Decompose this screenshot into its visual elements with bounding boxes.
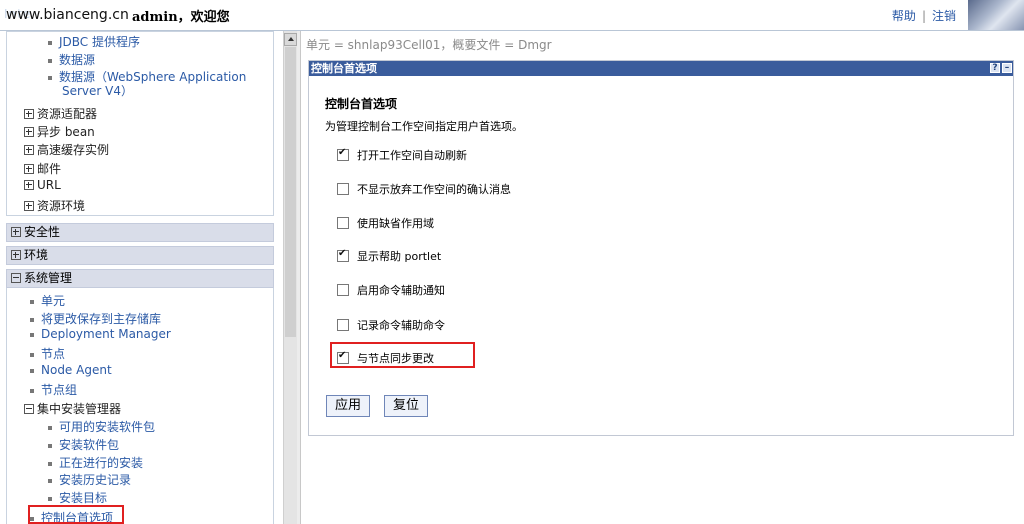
help-icon[interactable]: ? <box>990 63 1000 73</box>
welcome-text: admin，欢迎您 <box>132 10 230 25</box>
nav-section-system-admin[interactable]: 系统管理 <box>6 269 274 288</box>
option-checkbox[interactable] <box>337 284 349 296</box>
bullet-icon <box>48 425 52 430</box>
bullet-icon <box>48 478 52 483</box>
expand-icon[interactable] <box>24 163 34 174</box>
preferences-heading: 控制台首选项 <box>325 97 398 111</box>
preferences-description: 为管理控制台工作空间指定用户首选项。 <box>325 120 523 133</box>
option-checkbox[interactable] <box>337 248 349 262</box>
link-separator: | <box>921 9 926 23</box>
expand-icon[interactable] <box>24 144 34 155</box>
collapse-icon[interactable] <box>11 272 21 283</box>
option-highlight-box <box>330 342 475 368</box>
bullet-icon <box>48 496 52 501</box>
nav-group-resource-env[interactable]: 资源环境 <box>24 197 85 214</box>
logout-link[interactable]: 注销 <box>932 9 956 23</box>
option-checkbox[interactable] <box>337 319 349 331</box>
nav-item-nodes[interactable]: 节点 <box>30 345 65 362</box>
bullet-icon <box>48 40 52 45</box>
nav-item-jdbc-providers[interactable]: JDBC 提供程序 <box>48 33 140 50</box>
nav-item-datasources[interactable]: 数据源 <box>48 51 95 68</box>
nav-item-node-agent[interactable]: Node Agent <box>30 363 112 377</box>
nav-item-install-targets[interactable]: 安装目标 <box>48 489 107 506</box>
navigation-tree: JDBC 提供程序 数据源 数据源（WebSphere Application … <box>0 31 283 524</box>
portlet-title: 控制台首选项 <box>311 62 377 75</box>
expand-icon[interactable] <box>11 226 21 237</box>
expand-icon[interactable] <box>24 200 34 211</box>
option-checkbox[interactable] <box>337 217 349 229</box>
bullet-icon <box>30 299 34 304</box>
expand-icon[interactable] <box>24 179 34 190</box>
nav-item-available-packages[interactable]: 可用的安装软件包 <box>48 418 155 435</box>
bullet-icon <box>30 352 34 357</box>
nav-group-mail[interactable]: 邮件 <box>24 160 61 177</box>
nav-item-install-packages[interactable]: 安装软件包 <box>48 436 119 453</box>
nav-highlight-box <box>28 505 124 524</box>
scope-breadcrumb: 单元 = shnlap93Cell01，概要文件 = Dmgr <box>306 38 552 52</box>
top-banner: Inte www.bianceng.cn admin，欢迎您 帮助 | 注销 <box>0 0 1024 31</box>
help-link[interactable]: 帮助 <box>892 9 916 23</box>
minimize-icon[interactable]: – <box>1002 63 1012 73</box>
bullet-icon <box>48 443 52 448</box>
nav-group-resource-adapters[interactable]: 资源适配器 <box>24 105 97 122</box>
nav-section-environment[interactable]: 环境 <box>6 246 274 265</box>
collapse-icon[interactable] <box>24 403 34 414</box>
option-no-discard-confirm: 不显示放弃工作空间的确认消息 <box>337 181 511 197</box>
nav-group-url[interactable]: URL <box>24 178 61 192</box>
bullet-icon <box>48 75 52 80</box>
nav-group-async-beans[interactable]: 异步 bean <box>24 123 95 140</box>
bullet-icon <box>30 317 34 322</box>
expand-icon[interactable] <box>24 126 34 137</box>
nav-group-cache-instances[interactable]: 高速缓存实例 <box>24 141 109 158</box>
option-auto-refresh: 打开工作空间自动刷新 <box>337 147 467 163</box>
nav-item-datasources-v4-cont[interactable]: Server V4） <box>62 82 133 99</box>
nav-group-install-manager[interactable]: 集中安装管理器 <box>24 400 121 417</box>
watermark-text: www.bianceng.cn <box>6 7 129 23</box>
banner-decoration-image <box>968 0 1024 30</box>
option-default-scope: 使用缺省作用域 <box>337 215 434 231</box>
bullet-icon <box>30 332 34 337</box>
bullet-icon <box>48 461 52 466</box>
nav-item-installs-in-progress[interactable]: 正在进行的安装 <box>48 454 143 471</box>
scroll-thumb[interactable] <box>285 47 296 337</box>
option-show-help-portlet: 显示帮助 portlet <box>337 248 441 264</box>
bullet-icon <box>48 58 52 63</box>
frame-divider[interactable] <box>297 31 301 524</box>
console-preferences-portlet: 控制台首选项 ? – 控制台首选项 为管理控制台工作空间指定用户首选项。 打开工… <box>308 60 1014 436</box>
nav-scrollbar[interactable] <box>283 31 298 524</box>
option-log-command-assist: 记录命令辅助命令 <box>337 317 445 333</box>
nav-item-install-history[interactable]: 安装历史记录 <box>48 471 131 488</box>
nav-item-deployment-manager[interactable]: Deployment Manager <box>30 327 171 341</box>
nav-item-node-groups[interactable]: 节点组 <box>30 381 77 398</box>
expand-icon[interactable] <box>11 249 21 260</box>
nav-item-cell[interactable]: 单元 <box>30 292 65 309</box>
nav-item-save-changes[interactable]: 将更改保存到主存储库 <box>30 310 161 327</box>
portlet-title-bar: 控制台首选项 ? – <box>309 61 1013 76</box>
apply-button[interactable]: 应用 <box>326 395 371 417</box>
bullet-icon <box>30 388 34 393</box>
top-links: 帮助 | 注销 <box>892 7 956 24</box>
nav-section-security[interactable]: 安全性 <box>6 223 274 242</box>
scroll-up-arrow-icon[interactable] <box>284 33 297 46</box>
option-checkbox[interactable] <box>337 183 349 195</box>
option-checkbox[interactable] <box>337 147 349 161</box>
expand-icon[interactable] <box>24 108 34 119</box>
reset-button[interactable]: 复位 <box>384 395 429 417</box>
option-command-assist-notify: 启用命令辅助通知 <box>337 282 445 298</box>
bullet-icon <box>30 368 34 373</box>
